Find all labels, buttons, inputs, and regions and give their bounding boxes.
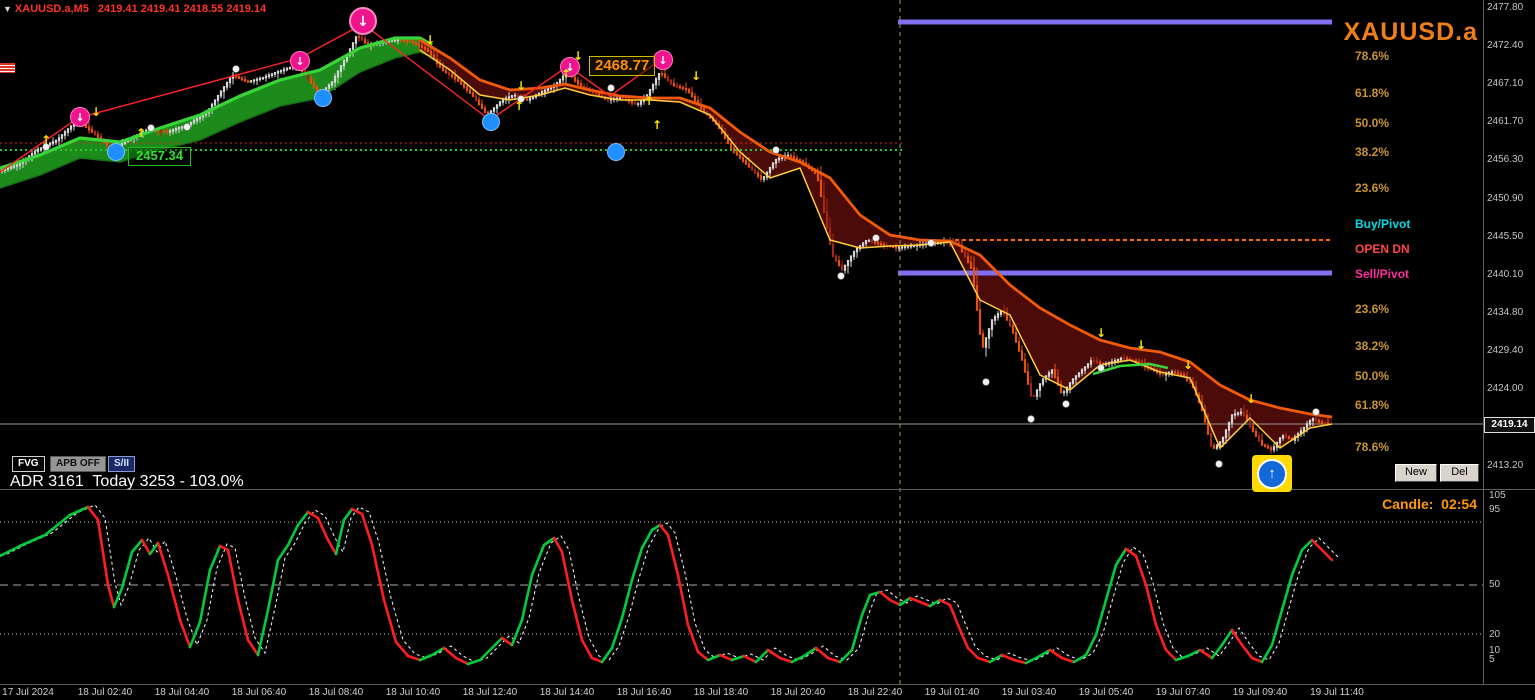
price-target-label[interactable]: 2468.77: [589, 56, 656, 76]
osc-axis-label: 105: [1489, 490, 1506, 501]
symbol-info: ▼ XAUUSD.a,M5 2419.41 2419.41 2418.55 2419…: [3, 3, 266, 15]
fib-382-upper: 38.2%: [1355, 145, 1390, 159]
time-axis-label: 18 Jul 22:40: [847, 687, 903, 698]
buy-pivot-label: Buy/Pivot: [1355, 217, 1411, 231]
fib-618-lower: 61.8%: [1355, 398, 1390, 412]
svg-text:↓: ↓: [91, 105, 101, 119]
svg-text:↓: ↓: [1246, 392, 1256, 406]
fib-786-lower: 78.6%: [1355, 440, 1390, 454]
time-axis-label: 19 Jul 05:40: [1078, 687, 1134, 698]
svg-text:↓: ↓: [573, 49, 583, 63]
chart-marker-icon: ▼: [3, 4, 12, 14]
svg-text:↑: ↑: [644, 94, 654, 108]
ohlc-readout: 2419.41 2419.41 2418.55 2419.14: [97, 3, 267, 15]
price-axis-label: 2472.40: [1487, 40, 1524, 51]
svg-text:↓: ↓: [1136, 338, 1146, 352]
time-axis-label: 18 Jul 12:40: [462, 687, 518, 698]
up-arrow-icon: ↑: [1257, 458, 1287, 489]
osc-axis-label: 95: [1489, 504, 1501, 515]
new-object-button[interactable]: New: [1395, 464, 1437, 482]
svg-text:↑: ↑: [41, 133, 51, 147]
time-axis-label: 18 Jul 18:40: [693, 687, 749, 698]
price-axis-label: 2434.80: [1487, 307, 1524, 318]
svg-text:↓: ↓: [516, 79, 526, 93]
svg-text:↓: ↓: [1096, 326, 1106, 340]
svg-text:↓: ↓: [1183, 358, 1193, 372]
price-axis-label: 2445.50: [1487, 231, 1524, 242]
time-axis-label: 19 Jul 01:40: [924, 687, 980, 698]
time-axis-divider: [0, 684, 1535, 685]
price-axis-label: 2456.30: [1487, 154, 1524, 165]
price-chart-canvas[interactable]: ↓↓ ↓↓↓↑ ↑↑↑↑↑↓↓↓↓↓↓↓↓↓: [0, 0, 1535, 700]
svg-text:↓: ↓: [691, 69, 701, 83]
fvg-button[interactable]: FVG: [12, 456, 45, 472]
svg-text:↑: ↑: [514, 99, 524, 113]
mt4-chart-window: ↓ ↓ ↓ ↓ ↓ ↑ ↑ ↑ ↑ ↑ ↑ ↓ ↓ ↓ ↓ ↓ ↓ ↓ ↓ ↓ ▼ XAUUSD.a,M5 2419.41…: [0, 0, 1535, 700]
time-axis-label: 18 Jul 04:40: [154, 687, 210, 698]
time-axis-label: 18 Jul 06:40: [231, 687, 287, 698]
session-toggle-button[interactable]: S/II: [108, 456, 136, 472]
price-scale-divider: [1483, 0, 1484, 684]
svg-text:↑: ↑: [136, 126, 146, 140]
price-axis-label: 2413.20: [1487, 460, 1524, 471]
svg-text:↑: ↑: [652, 118, 662, 132]
candle-countdown: Candle: 02:54: [1382, 496, 1477, 512]
svg-text:↓: ↓: [357, 14, 369, 30]
time-axis-label: 18 Jul 02:40: [77, 687, 133, 698]
symbol-timeframe: XAUUSD.a,M5: [14, 3, 89, 15]
svg-text:↓: ↓: [425, 33, 435, 47]
svg-text:↓: ↓: [295, 55, 304, 68]
time-axis-label: 18 Jul 14:40: [539, 687, 595, 698]
svg-text:↓: ↓: [658, 54, 667, 67]
time-axis-label: 19 Jul 03:40: [1001, 687, 1057, 698]
time-axis-label: 18 Jul 10:40: [385, 687, 441, 698]
price-axis-label: 2440.10: [1487, 269, 1524, 280]
buy-signal-icon: ↑: [1252, 455, 1292, 492]
fib-236-upper: 23.6%: [1355, 181, 1390, 195]
osc-axis-label: 50: [1489, 579, 1501, 590]
svg-text:↑: ↑: [561, 67, 571, 81]
indicator-handle-icon: [0, 63, 15, 73]
price-axis-label: 2477.80: [1487, 2, 1524, 13]
price-axis-label: 2429.40: [1487, 345, 1524, 356]
osc-axis-label: 5: [1489, 654, 1495, 665]
ma-level-label[interactable]: 2457.34: [128, 147, 191, 166]
delete-object-button[interactable]: Del: [1440, 464, 1479, 482]
open-dn-label: OPEN DN: [1355, 242, 1410, 256]
adr-readout: ADR 3161 Today 3253 - 103.0%: [10, 473, 244, 490]
price-axis-label: 2450.90: [1487, 193, 1524, 204]
time-axis-label: 18 Jul 16:40: [616, 687, 672, 698]
fib-786-upper: 78.6%: [1355, 49, 1390, 63]
time-axis-label: 19 Jul 09:40: [1232, 687, 1288, 698]
fib-618-upper: 61.8%: [1355, 86, 1390, 100]
time-axis-label: 19 Jul 11:40: [1310, 687, 1364, 698]
svg-text:↓: ↓: [75, 111, 84, 124]
time-axis-label: 17 Jul 2024: [2, 687, 54, 698]
fib-500-upper: 50.0%: [1355, 116, 1390, 130]
fib-236-lower: 23.6%: [1355, 302, 1390, 316]
current-price-tag: 2419.14: [1484, 417, 1535, 433]
osc-axis-label: 20: [1489, 629, 1501, 640]
price-axis-label: 2461.70: [1487, 116, 1524, 127]
price-axis-label: 2467.10: [1487, 78, 1524, 89]
sell-pivot-label: Sell/Pivot: [1355, 267, 1410, 281]
price-axis-label: 2424.00: [1487, 383, 1524, 394]
time-axis-label: 18 Jul 20:40: [770, 687, 826, 698]
symbol-watermark: XAUUSD.a: [1343, 18, 1478, 46]
apb-toggle-button[interactable]: APB OFF: [50, 456, 106, 472]
fib-382-lower: 38.2%: [1355, 339, 1390, 353]
fib-500-lower: 50.0%: [1355, 369, 1390, 383]
time-axis-label: 19 Jul 07:40: [1155, 687, 1211, 698]
time-axis-label: 18 Jul 08:40: [308, 687, 364, 698]
